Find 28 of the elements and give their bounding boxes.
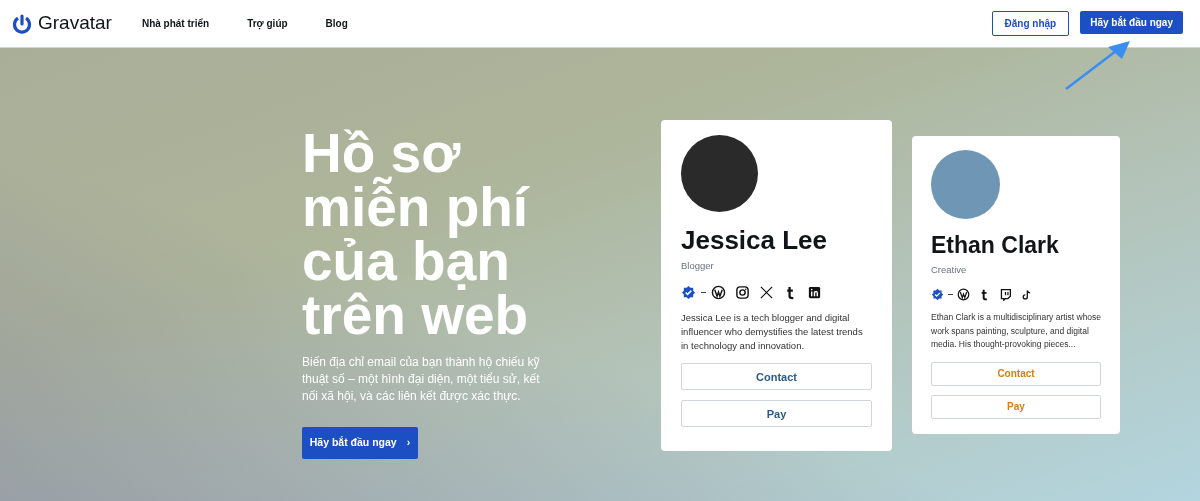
- profile-bio: Jessica Lee is a tech blogger and digital influencer who demystifies the latest trends in technology and innovation.: [681, 311, 864, 354]
- pointer-arrow: [1064, 38, 1132, 92]
- profile-name: Jessica Lee: [681, 225, 828, 255]
- profile-bio: Ethan Clark is a multidisciplinary artist whose work spans painting, sculpture, and digital media. His thought-provoking pieces...: [931, 311, 1103, 352]
- verified-badge-icon: [681, 285, 696, 301]
- hero-description: Biến địa chỉ email của bạn thành hộ chiếu kỹ thuật số – một hình đại diện, một tiểu sử, kết nối xã hội, và các liên kết được xác thực.: [302, 354, 541, 405]
- logo-icon: [12, 13, 32, 34]
- nav-link[interactable]: Blog: [325, 16, 348, 31]
- twitch-icon[interactable]: [999, 288, 1012, 302]
- linkedin-icon[interactable]: [807, 285, 822, 301]
- wordpress-icon[interactable]: [711, 285, 726, 301]
- contact-button[interactable]: Contact: [681, 363, 872, 391]
- nav-link[interactable]: Trợ giúp: [247, 16, 288, 31]
- logo-text[interactable]: Gravatar: [38, 9, 112, 38]
- profile-role: Blogger: [681, 259, 715, 273]
- get-started-button[interactable]: Hãy bắt đầu ngay: [1080, 11, 1183, 34]
- login-button[interactable]: Đăng nhập: [991, 11, 1070, 36]
- verified-badge-icon: [931, 288, 944, 302]
- wordpress-icon[interactable]: [957, 288, 970, 302]
- x-icon[interactable]: [759, 285, 774, 301]
- profile-role: Creative: [931, 263, 968, 277]
- nav-link[interactable]: Nhà phát triển: [141, 16, 210, 31]
- profile-name: Ethan Clark: [931, 231, 1060, 259]
- pay-button[interactable]: Pay: [681, 400, 872, 428]
- get-started-button[interactable]: Hãy bắt đầu ngay ›: [302, 427, 418, 459]
- hero-title: Hồ sơ miễn phí của bạn trên web: [302, 126, 531, 342]
- instagram-icon[interactable]: [735, 285, 750, 301]
- tiktok-icon[interactable]: [1020, 288, 1033, 302]
